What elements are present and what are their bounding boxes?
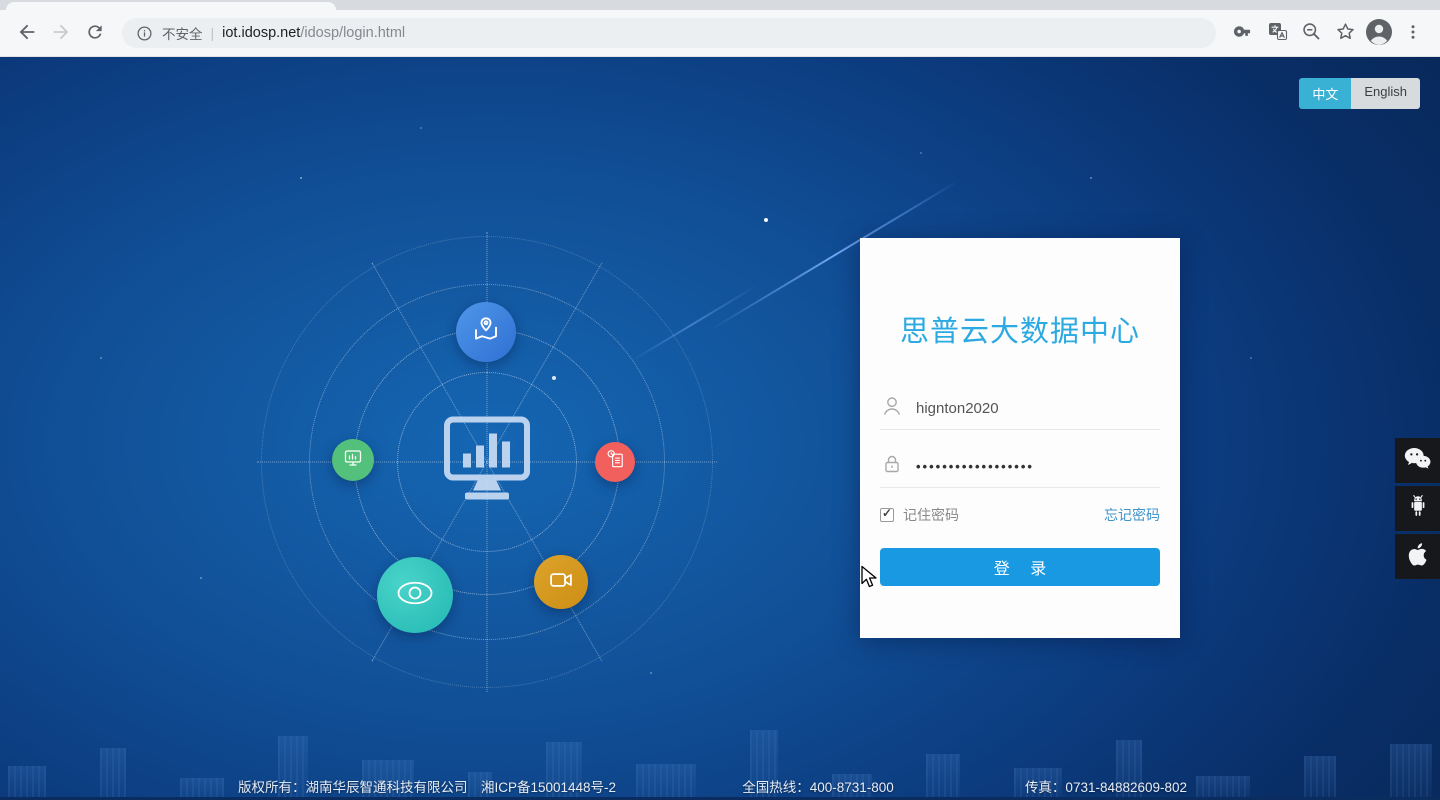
security-label: 不安全 [162,27,203,42]
browser-window: 不安全 | iot.idosp.net/idosp/login.html 中文 … [0,0,1440,800]
bookmark-star-icon [1335,21,1356,45]
browser-menu-button[interactable] [1396,16,1430,50]
android-tile[interactable] [1395,486,1440,531]
eye-icon [393,571,437,620]
login-page: 中文 English 思普云大数据中心 hignton2020 ••••••••… [0,57,1440,800]
map-pin-icon [470,314,502,351]
forward-icon [50,21,72,46]
tab-strip [0,0,1440,10]
back-icon [16,21,38,46]
dashboard-monitor-icon [439,416,535,509]
building [1304,756,1336,800]
translate-icon [1267,21,1288,45]
monitoring-node [377,557,453,633]
building [100,748,126,800]
key-icon [1233,21,1254,45]
report-clock-icon [604,448,627,476]
lock-icon [880,452,904,481]
lang-english-button[interactable]: English [1351,78,1420,109]
wechat-icon [1404,447,1431,475]
browser-toolbar: 不安全 | iot.idosp.net/idosp/login.html [0,10,1440,57]
building [636,764,696,800]
copyright-text: 版权所有：湖南华辰智通科技有限公司 湘ICP备15001448号-2 [237,780,617,795]
city-skyline [0,722,1440,800]
login-card: 思普云大数据中心 记住密码 忘记密码 登 录 [860,238,1180,638]
zoom-button[interactable] [1294,16,1328,50]
building [8,766,46,800]
video-node [534,555,588,609]
map-pin-node [456,302,516,362]
language-toggle: 中文 English [1299,78,1420,109]
profile-button[interactable] [1362,16,1396,50]
translate-button[interactable] [1260,16,1294,50]
forward-button[interactable] [44,16,78,50]
android-icon [1407,494,1429,524]
wechat-tile[interactable] [1395,438,1440,483]
url-path: /idosp/login.html [300,25,406,41]
apple-icon [1407,542,1428,572]
page-title: 思普云大数据中心 [899,316,1140,348]
profile-icon [1365,18,1393,49]
username-row [880,388,1160,430]
monitor-node [332,439,374,481]
user-icon [880,394,904,423]
zoom-out-icon [1301,21,1322,45]
url-host: iot.idosp.net [222,25,301,41]
building [926,754,960,800]
report-node [595,442,635,482]
background-stars [0,57,2,59]
app-download-bar [1395,438,1440,579]
login-button[interactable]: 登 录 [880,548,1160,586]
active-tab[interactable] [6,2,336,10]
monitor-mini-icon [341,446,365,475]
info-icon[interactable] [136,25,153,42]
forgot-password-link[interactable]: 忘记密码 [1104,505,1160,525]
password-input[interactable] [916,459,1160,474]
address-bar[interactable]: 不安全 | iot.idosp.net/idosp/login.html [122,18,1216,48]
saved-passwords-button[interactable] [1226,16,1260,50]
video-camera-icon [547,566,575,599]
fax-text: 传真：0731-84882609-802 [1024,780,1188,795]
username-input[interactable] [916,400,1160,417]
building [1390,744,1432,800]
refresh-icon [85,22,105,45]
bookmark-button[interactable] [1328,16,1362,50]
password-row [880,446,1160,488]
url-text: iot.idosp.net/idosp/login.html [222,25,405,41]
refresh-button[interactable] [78,16,112,50]
apple-tile[interactable] [1395,534,1440,579]
url-separator: | [210,25,215,41]
back-button[interactable] [10,16,44,50]
lang-chinese-button[interactable]: 中文 [1299,78,1352,109]
remember-label: 记住密码 [903,507,959,523]
remember-checkbox[interactable] [880,506,894,522]
remember-password: 记住密码 [880,505,959,525]
options-row: 记住密码 忘记密码 [880,504,1160,526]
hotline-text: 全国热线：400-8731-800 [742,780,894,795]
menu-dots-icon [1404,23,1422,44]
